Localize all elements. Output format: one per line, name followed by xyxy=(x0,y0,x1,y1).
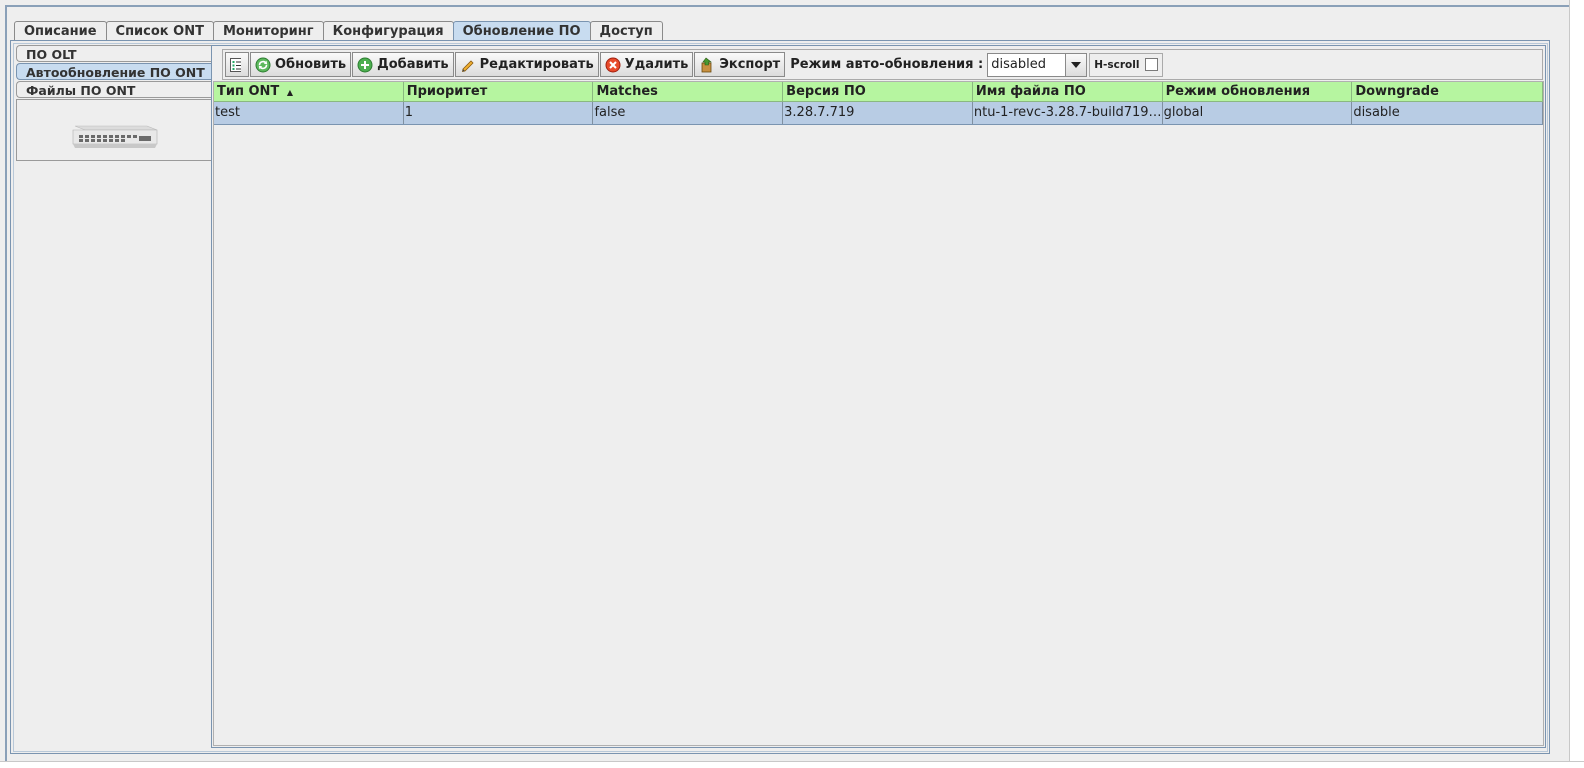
column-header-matches[interactable]: Matches xyxy=(593,82,784,102)
refresh-icon xyxy=(255,57,271,72)
autoupdate-table: Тип ONT ▲ Приоритет Matches Версия ПО Им… xyxy=(213,81,1544,746)
table-cell: disable xyxy=(1352,102,1544,124)
column-header-ont-type[interactable]: Тип ONT ▲ xyxy=(214,82,404,102)
export-label: Экспорт xyxy=(719,57,781,72)
auto-update-mode-label: Режим авто-обновления : xyxy=(790,57,984,72)
tab-software-update[interactable]: Обновление ПО xyxy=(452,21,591,40)
export-button[interactable]: Экспорт xyxy=(694,52,786,77)
hscroll-label: H-scroll xyxy=(1094,58,1140,71)
olt-device-icon xyxy=(72,125,158,148)
list-settings-icon xyxy=(230,57,241,72)
export-icon xyxy=(701,57,713,72)
column-header-label: Тип ONT xyxy=(217,84,280,99)
dropdown-arrow[interactable] xyxy=(1065,53,1087,76)
column-header-downgrade[interactable]: Downgrade xyxy=(1352,82,1544,102)
side-tab-ont-files[interactable]: Файлы ПО ONT xyxy=(16,81,212,98)
tab-description[interactable]: Описание xyxy=(14,21,107,40)
table-cell: 3.28.7.719 xyxy=(783,102,973,124)
delete-label: Удалить xyxy=(624,57,689,72)
delete-icon xyxy=(605,57,621,72)
device-image xyxy=(16,99,212,161)
window-right-edge xyxy=(1569,0,1584,768)
add-label: Добавить xyxy=(377,57,449,72)
auto-update-mode-select[interactable]: disabled xyxy=(987,52,1088,77)
column-header-version[interactable]: Версия ПО xyxy=(783,82,973,102)
hscroll-checkbox[interactable] xyxy=(1145,58,1159,71)
main-tabbar: Описание Список ONT Мониторинг Конфигура… xyxy=(14,21,663,41)
window-bottom-edge xyxy=(0,761,1584,768)
pencil-icon xyxy=(461,59,474,72)
refresh-button[interactable]: Обновить xyxy=(250,52,352,77)
sort-ascending-icon: ▲ xyxy=(286,88,293,97)
plus-circle-icon xyxy=(357,57,373,72)
delete-button[interactable]: Удалить xyxy=(599,52,694,77)
side-tab-olt-software[interactable]: ПО OLT xyxy=(16,45,212,62)
table-header: Тип ONT ▲ Приоритет Matches Версия ПО Им… xyxy=(214,82,1544,102)
tab-configuration[interactable]: Конфигурация xyxy=(322,21,454,40)
side-tab-ont-autoupdate[interactable]: Автообновление ПО ONT xyxy=(16,63,212,80)
column-header-filename[interactable]: Имя файла ПО xyxy=(972,82,1163,102)
table-cell: 1 xyxy=(404,102,594,124)
column-header-update-mode[interactable]: Режим обновления xyxy=(1162,82,1353,102)
add-button[interactable]: Добавить xyxy=(352,52,454,77)
column-header-priority[interactable]: Приоритет xyxy=(403,82,594,102)
auto-update-mode-value: disabled xyxy=(991,57,1046,72)
table-cell: global xyxy=(1163,102,1353,124)
side-tabbar: ПО OLT Автообновление ПО ONT Файлы ПО ON… xyxy=(16,45,212,99)
table-cell: ntu-1-revc-3.28.7-build719.f... xyxy=(973,102,1163,124)
refresh-label: Обновить xyxy=(275,57,347,72)
tab-ont-list[interactable]: Список ONT xyxy=(105,21,214,40)
table-cell: test xyxy=(214,102,404,124)
tab-monitoring[interactable]: Мониторинг xyxy=(212,21,324,40)
hscroll-toggle[interactable]: H-scroll xyxy=(1089,52,1164,77)
edit-button[interactable]: Редактировать xyxy=(454,52,599,77)
columns-button[interactable] xyxy=(225,52,249,77)
table-row[interactable]: test 1 false 3.28.7.719 ntu-1-revc-3.28.… xyxy=(214,102,1544,125)
chevron-down-icon xyxy=(1071,61,1082,68)
edit-label: Редактировать xyxy=(479,57,594,72)
tab-access[interactable]: Доступ xyxy=(589,21,663,40)
table-cell: false xyxy=(593,102,784,124)
toolbar: Обновить Добавить Редактировать Удалить … xyxy=(222,49,1543,80)
